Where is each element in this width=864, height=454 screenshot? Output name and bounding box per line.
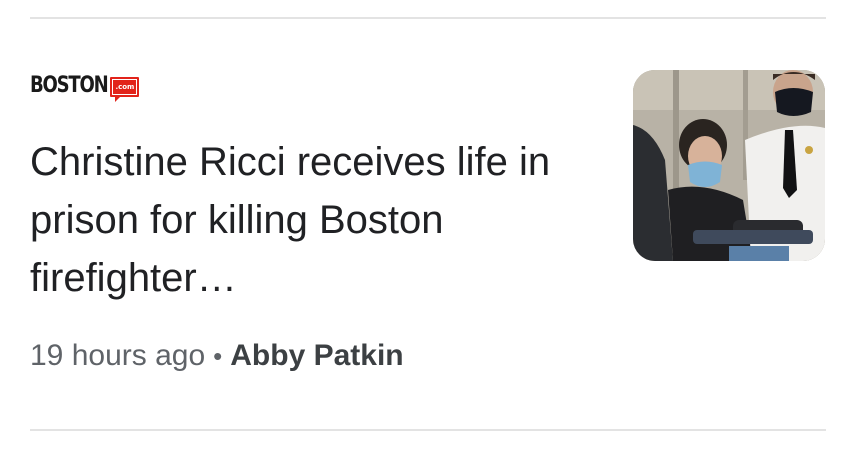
article-timestamp: 19 hours ago — [30, 339, 206, 372]
bottom-divider — [30, 429, 826, 431]
source-logo[interactable]: BOSTON .com — [30, 70, 140, 102]
article-author[interactable]: Abby Patkin — [230, 339, 403, 372]
article-meta: 19 hours ago • Abby Patkin — [30, 336, 404, 376]
meta-separator: • — [213, 341, 223, 371]
article-thumbnail[interactable] — [633, 70, 825, 261]
article-headline[interactable]: Christine Ricci receives life in prison … — [30, 133, 590, 307]
source-logo-domain-badge: .com — [110, 77, 140, 102]
source-logo-text: BOSTON — [30, 72, 109, 98]
news-article-card[interactable]: BOSTON .com Christine Ricci receives lif… — [0, 0, 864, 454]
news-photo-thumbnail-icon — [633, 70, 825, 261]
